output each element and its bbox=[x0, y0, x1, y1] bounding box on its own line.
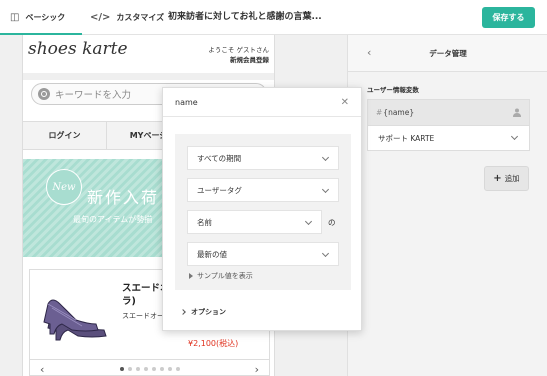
shoe-image bbox=[43, 299, 107, 341]
panel-title: データ管理 bbox=[429, 49, 467, 58]
tab-customize[interactable]: </> カスタマイズ bbox=[90, 0, 164, 35]
period-value: すべての期間 bbox=[197, 153, 242, 163]
add-button-label: 追加 bbox=[504, 174, 520, 183]
tag-value: ユーザータグ bbox=[197, 185, 242, 195]
search-placeholder: キーワードを入力 bbox=[55, 90, 132, 101]
chevron-down-icon bbox=[321, 153, 330, 162]
popover-title: name bbox=[175, 98, 198, 107]
divider bbox=[23, 73, 274, 80]
top-bar: ◫ ベーシック </> カスタマイズ 初来訪者に対してお礼と感謝の言葉... 保… bbox=[0, 0, 547, 35]
carousel-dot[interactable] bbox=[167, 366, 172, 371]
carousel-dot[interactable] bbox=[159, 366, 164, 371]
carousel-dot[interactable] bbox=[135, 366, 140, 371]
save-button[interactable]: 保存する bbox=[482, 7, 535, 28]
data-management-panel: ‹ データ管理 ユーザー情報変数 # {name} サポート KARTE + 追… bbox=[347, 35, 547, 376]
variable-settings-popover: name ✕ すべての期間 ユーザータグ 名前 の 最新の値 サンプル値を表示 … bbox=[162, 87, 362, 331]
data-source-value: サポート KARTE bbox=[378, 133, 435, 143]
product-subtitle: スエードオー bbox=[122, 312, 164, 320]
hash-icon: # bbox=[376, 108, 383, 117]
plus-icon: + bbox=[493, 173, 502, 184]
welcome-text: ようこそ ゲストさん bbox=[208, 46, 269, 54]
chevron-down-icon bbox=[321, 249, 330, 258]
popover-settings: すべての期間 ユーザータグ 名前 の 最新の値 サンプル値を表示 bbox=[175, 134, 351, 290]
triangle-right-icon bbox=[189, 273, 193, 279]
carousel-dot[interactable] bbox=[119, 366, 124, 371]
popover-header: name ✕ bbox=[163, 88, 361, 117]
code-icon: </> bbox=[90, 12, 111, 23]
search-icon bbox=[38, 88, 50, 100]
period-select[interactable]: すべての期間 bbox=[187, 146, 339, 170]
site-logo[interactable]: shoes karte bbox=[28, 39, 128, 59]
product-price: ¥2,100(税込) bbox=[188, 339, 239, 348]
sample-toggle[interactable]: サンプル値を表示 bbox=[189, 271, 253, 281]
options-toggle[interactable]: オプション bbox=[180, 307, 226, 317]
carousel-dot[interactable] bbox=[175, 366, 180, 371]
field-select[interactable]: 名前 bbox=[187, 210, 322, 234]
layout-icon: ◫ bbox=[10, 12, 20, 23]
particle-text: の bbox=[328, 218, 336, 227]
register-link[interactable]: 新規会員登録 bbox=[230, 56, 269, 64]
nav-login[interactable]: ログイン bbox=[23, 122, 107, 149]
chevron-right-icon bbox=[180, 309, 186, 315]
document-title: 初来訪者に対してお礼と感謝の言葉... bbox=[168, 12, 322, 22]
options-label: オプション bbox=[191, 308, 226, 316]
carousel-next-icon[interactable]: › bbox=[255, 363, 259, 376]
variable-label: ユーザー情報変数 bbox=[367, 86, 419, 94]
carousel-dot[interactable] bbox=[151, 366, 156, 371]
chevron-down-icon bbox=[510, 132, 519, 141]
field-value: 名前 bbox=[197, 217, 212, 227]
chevron-down-icon bbox=[321, 185, 330, 194]
tag-select[interactable]: ユーザータグ bbox=[187, 178, 339, 202]
variable-name: {name} bbox=[383, 108, 415, 117]
data-source-select[interactable]: サポート KARTE bbox=[367, 125, 530, 151]
tab-basic-label: ベーシック bbox=[25, 13, 66, 22]
welcome-block: ようこそ ゲストさん 新規会員登録 bbox=[208, 45, 269, 65]
panel-header: ‹ データ管理 bbox=[348, 35, 547, 72]
tab-customize-label: カスタマイズ bbox=[116, 13, 165, 22]
sample-label: サンプル値を表示 bbox=[197, 272, 253, 280]
carousel-prev-icon[interactable]: ‹ bbox=[40, 363, 44, 376]
chevron-down-icon bbox=[304, 217, 313, 226]
banner-subtitle: 最旬のアイテムが勢揃 bbox=[73, 215, 153, 224]
carousel-dot[interactable] bbox=[127, 366, 132, 371]
banner-title: 新作入荷 bbox=[87, 188, 160, 207]
value-value: 最新の値 bbox=[197, 249, 227, 259]
user-icon bbox=[513, 108, 521, 117]
new-badge: New bbox=[46, 169, 82, 205]
close-icon[interactable]: ✕ bbox=[341, 88, 349, 117]
tab-basic[interactable]: ◫ ベーシック bbox=[0, 0, 82, 35]
add-button[interactable]: + 追加 bbox=[484, 166, 529, 191]
carousel-controls: ‹ › bbox=[30, 359, 269, 376]
carousel-dot[interactable] bbox=[143, 366, 148, 371]
variable-name-field[interactable]: # {name} bbox=[367, 99, 530, 125]
value-select[interactable]: 最新の値 bbox=[187, 242, 339, 266]
